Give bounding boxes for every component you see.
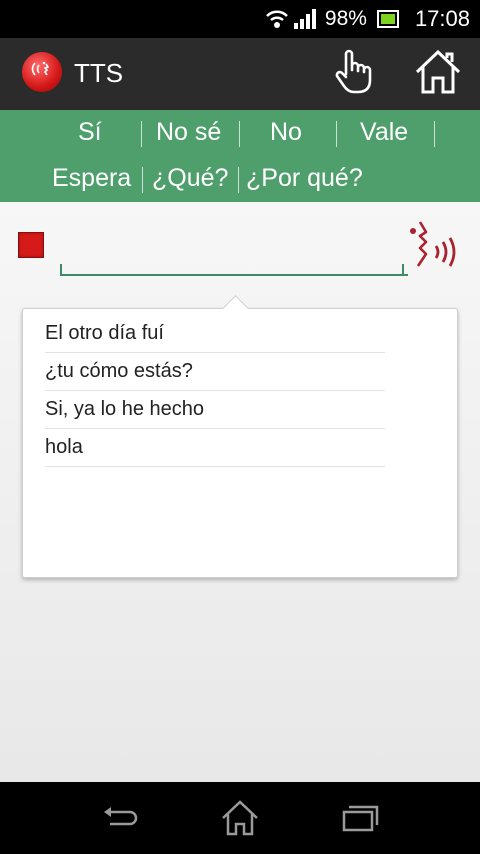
home-icon: [413, 48, 463, 100]
wifi-icon: [265, 8, 289, 30]
speak-button[interactable]: [406, 220, 464, 272]
suggestions-popup: El otro día fuí ¿tu cómo estás? Si, ya l…: [22, 295, 458, 578]
action-bar: TTS: [0, 38, 480, 110]
divider: [142, 167, 143, 193]
status-bar: 98% 17:08: [0, 0, 480, 38]
battery-icon: [376, 10, 399, 28]
clock: 17:08: [414, 6, 470, 31]
phrase-vale-button[interactable]: Vale: [360, 118, 408, 147]
hand-pointer-button[interactable]: [326, 46, 382, 102]
back-icon: [100, 807, 140, 842]
recent-apps-icon: [340, 805, 380, 842]
phrase-no-se-button[interactable]: No sé: [156, 118, 221, 147]
divider: [238, 167, 239, 193]
home-nav-button[interactable]: [220, 798, 260, 838]
suggestion-item[interactable]: ¿tu cómo estás?: [45, 353, 385, 391]
text-input-underline: [60, 264, 404, 274]
navigation-bar: [0, 782, 480, 854]
suggestion-item[interactable]: El otro día fuí: [45, 315, 385, 353]
home-button[interactable]: [410, 46, 466, 102]
phrase-por-que-button[interactable]: ¿Por qué?: [246, 164, 363, 193]
phrase-no-button[interactable]: No: [270, 118, 302, 147]
recent-apps-button[interactable]: [340, 798, 380, 838]
main-content: El otro día fuí ¿tu cómo estás? Si, ya l…: [0, 202, 480, 782]
phrase-espera-button[interactable]: Espera: [52, 164, 131, 193]
app-title: TTS: [74, 58, 124, 88]
back-button[interactable]: [100, 798, 140, 838]
divider: [336, 121, 337, 147]
quick-phrases-bar: Sí No sé No Vale Espera ¿Qué? ¿Por qué?: [0, 110, 480, 202]
stop-button[interactable]: [18, 232, 44, 258]
speaking-head-icon: [406, 221, 464, 276]
battery-percent: 98%: [324, 7, 367, 30]
phrase-si-button[interactable]: Sí: [78, 118, 102, 147]
divider: [239, 121, 240, 147]
suggestion-item[interactable]: hola: [45, 429, 385, 467]
home-nav-icon: [220, 800, 260, 842]
tts-logo-icon[interactable]: [22, 52, 62, 92]
divider: [141, 121, 142, 147]
signal-icon: [293, 8, 317, 30]
phrase-que-button[interactable]: ¿Qué?: [152, 164, 228, 193]
suggestion-item[interactable]: Si, ya lo he hecho: [45, 391, 385, 429]
divider: [434, 121, 435, 147]
hand-pointer-icon: [332, 48, 376, 100]
